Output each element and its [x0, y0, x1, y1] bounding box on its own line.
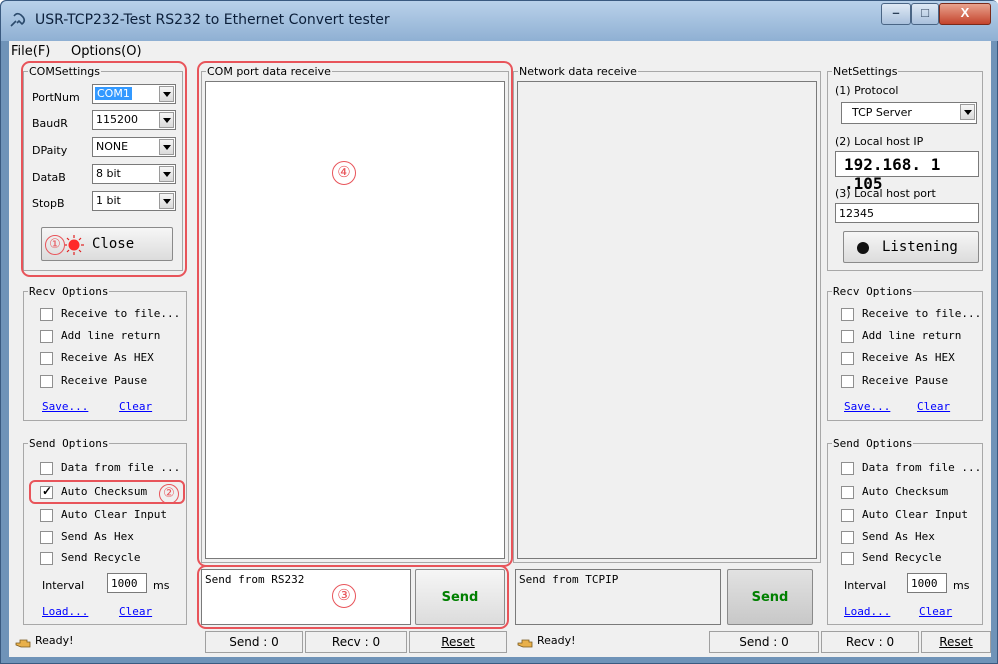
chevron-down-icon[interactable]	[159, 166, 174, 182]
right-recv-legend: Recv Options	[833, 285, 913, 298]
left-auto-clear-checkbox[interactable]: Auto Clear Input	[40, 508, 180, 524]
baud-label: BaudR	[32, 117, 68, 130]
status-left-recv: Recv : 0	[305, 631, 407, 653]
left-interval-label: Interval	[42, 579, 85, 592]
menu-options[interactable]: Options(O)	[71, 44, 142, 59]
right-recv-pause-checkbox[interactable]: Receive Pause	[841, 374, 981, 390]
window-title: USR-TCP232-Test RS232 to Ethernet Conver…	[35, 12, 390, 28]
red-led-icon	[64, 235, 84, 255]
annotation-2: ②	[159, 484, 179, 504]
annotation-4: ④	[332, 161, 356, 185]
com-receive-legend: COM port data receive	[207, 65, 331, 78]
right-interval-label: Interval	[844, 579, 887, 592]
hand-pointer-icon	[15, 639, 31, 648]
left-recv-to-file-checkbox[interactable]: Receive to file...	[40, 307, 180, 323]
black-led-icon	[857, 242, 869, 254]
com-settings-legend: COMSettings	[29, 65, 100, 78]
parity-label: DPaity	[32, 144, 68, 157]
stopbits-label: StopB	[32, 197, 65, 210]
net-receive-legend: Network data receive	[519, 65, 637, 78]
local-port-input[interactable]: 12345	[835, 203, 979, 223]
left-interval-input[interactable]: 1000	[107, 573, 147, 593]
title-bar[interactable]: USR-TCP232-Test RS232 to Ethernet Conver…	[1, 1, 998, 41]
left-recv-clear-link[interactable]: Clear	[119, 400, 152, 413]
port-select[interactable]: COM1	[92, 84, 176, 104]
menu-bar: File(F) Options(O)	[9, 41, 991, 61]
right-interval-unit: ms	[953, 579, 970, 592]
status-left-reset-button[interactable]: Reset	[409, 631, 507, 653]
right-send-hex-checkbox[interactable]: Send As Hex	[841, 530, 981, 546]
databits-select[interactable]: 8 bit	[92, 164, 176, 184]
left-save-link[interactable]: Save...	[42, 400, 88, 413]
protocol-label: (1) Protocol	[835, 84, 899, 97]
left-recv-legend: Recv Options	[29, 285, 109, 298]
baud-select[interactable]: 115200	[92, 110, 176, 130]
maximize-button[interactable]: □	[911, 3, 939, 25]
com-send-input[interactable]: Send from RS232	[201, 569, 411, 625]
right-load-link[interactable]: Load...	[844, 605, 890, 618]
left-add-line-return-checkbox[interactable]: Add line return	[40, 329, 180, 345]
client-area: File(F) Options(O) COMSettings PortNum C…	[9, 41, 991, 657]
status-right-send: Send : 0	[709, 631, 819, 653]
com-receive-textarea[interactable]	[205, 81, 505, 559]
connector-icon	[10, 12, 26, 27]
net-send-input[interactable]: Send from TCPIP	[515, 569, 721, 625]
chevron-down-icon[interactable]	[159, 193, 174, 209]
minimize-button[interactable]: –	[881, 3, 911, 25]
right-send-clear-link[interactable]: Clear	[919, 605, 952, 618]
parity-select[interactable]: NONE	[92, 137, 176, 157]
net-receive-textarea[interactable]	[517, 81, 817, 559]
local-ip-input[interactable]: 192.168. 1 .105	[835, 151, 979, 193]
protocol-select[interactable]: TCP Server	[841, 102, 977, 124]
annotation-1: ①	[45, 235, 65, 255]
local-port-label: (3) Local host port	[835, 187, 936, 200]
menu-file[interactable]: File(F)	[11, 44, 50, 59]
net-send-button[interactable]: Send	[727, 569, 813, 625]
right-add-line-return-checkbox[interactable]: Add line return	[841, 329, 981, 345]
chevron-down-icon[interactable]	[159, 86, 174, 102]
chevron-down-icon[interactable]	[159, 112, 174, 128]
listening-button[interactable]: Listening	[843, 231, 979, 263]
left-load-link[interactable]: Load...	[42, 605, 88, 618]
right-interval-input[interactable]: 1000	[907, 573, 947, 593]
left-send-legend: Send Options	[29, 437, 109, 450]
listening-label: Listening	[882, 239, 958, 255]
status-left-send: Send : 0	[205, 631, 303, 653]
left-recv-hex-checkbox[interactable]: Receive As HEX	[40, 351, 180, 367]
right-send-recycle-checkbox[interactable]: Send Recycle	[841, 551, 981, 567]
left-send-recycle-checkbox[interactable]: Send Recycle	[40, 551, 180, 567]
com-send-button[interactable]: Send	[415, 569, 505, 625]
left-data-from-file-checkbox[interactable]: Data from file ...	[40, 461, 180, 477]
databits-label: DataB	[32, 171, 66, 184]
status-right-ready: Ready!	[511, 631, 707, 653]
right-data-from-file-checkbox[interactable]: Data from file ...	[841, 461, 981, 477]
right-auto-clear-checkbox[interactable]: Auto Clear Input	[841, 508, 981, 524]
status-left-ready: Ready!	[9, 631, 201, 653]
close-window-button[interactable]: X	[939, 3, 991, 25]
annotation-3: ③	[332, 584, 356, 608]
right-recv-to-file-checkbox[interactable]: Receive to file...	[841, 307, 981, 323]
app-window: USR-TCP232-Test RS232 to Ethernet Conver…	[0, 0, 998, 664]
right-save-link[interactable]: Save...	[844, 400, 890, 413]
net-settings-legend: NetSettings	[833, 65, 898, 78]
stopbits-select[interactable]: 1 bit	[92, 191, 176, 211]
right-auto-checksum-checkbox[interactable]: Auto Checksum	[841, 485, 981, 501]
left-send-clear-link[interactable]: Clear	[119, 605, 152, 618]
chevron-down-icon[interactable]	[960, 104, 975, 120]
local-ip-label: (2) Local host IP	[835, 135, 924, 148]
hand-pointer-icon	[517, 639, 533, 648]
status-right-reset-button[interactable]: Reset	[921, 631, 991, 653]
com-close-label: Close	[92, 236, 135, 252]
right-recv-hex-checkbox[interactable]: Receive As HEX	[841, 351, 981, 367]
chevron-down-icon[interactable]	[159, 139, 174, 155]
left-interval-unit: ms	[153, 579, 170, 592]
port-label: PortNum	[32, 91, 80, 104]
status-right-recv: Recv : 0	[821, 631, 919, 653]
left-recv-pause-checkbox[interactable]: Receive Pause	[40, 374, 180, 390]
left-send-hex-checkbox[interactable]: Send As Hex	[40, 530, 180, 546]
right-send-legend: Send Options	[833, 437, 913, 450]
right-recv-clear-link[interactable]: Clear	[917, 400, 950, 413]
